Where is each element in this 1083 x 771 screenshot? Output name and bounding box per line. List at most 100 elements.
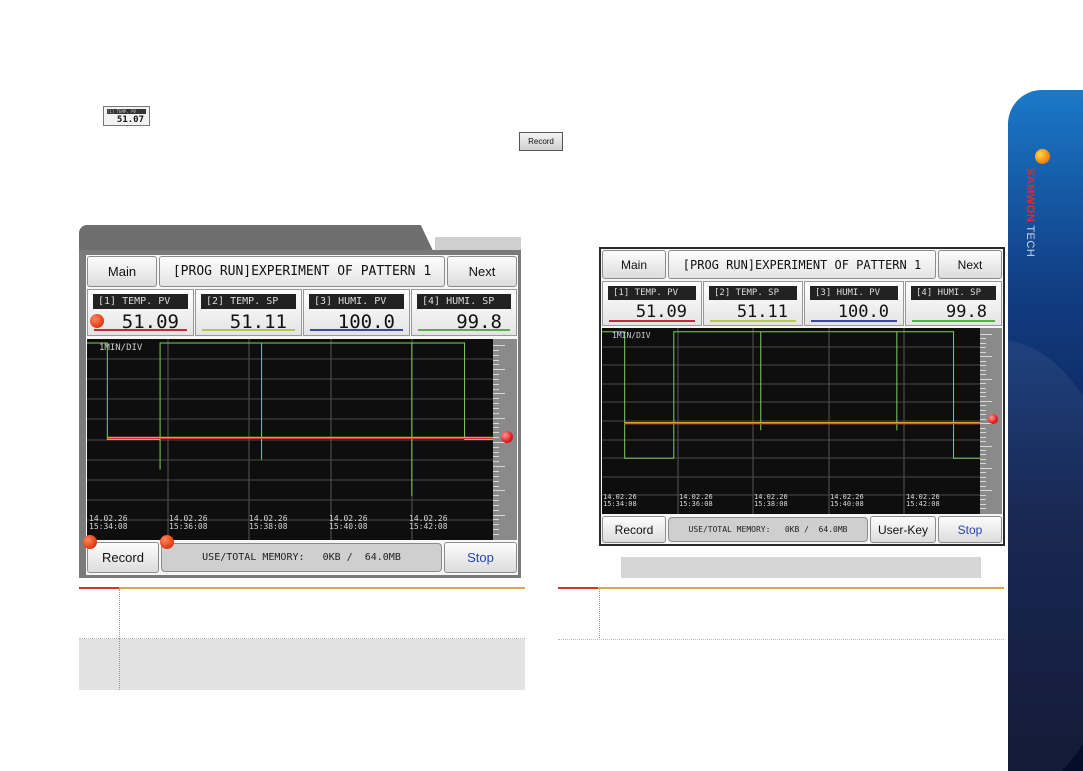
scale-tick xyxy=(980,365,986,366)
scale-tick xyxy=(493,529,499,530)
brand-sidebar xyxy=(1008,90,1083,771)
mini-pv-label: [1] TEMP. PV xyxy=(107,109,146,114)
scale-tick xyxy=(980,392,986,393)
channel-label: [3] HUMI. PV xyxy=(810,286,898,300)
scale-tick xyxy=(493,461,499,462)
scale-tick xyxy=(493,500,499,501)
channel-4-humi-sp[interactable]: [4] HUMI. SP 99.8 xyxy=(411,289,517,336)
channel-color-line xyxy=(310,329,403,331)
channel-1-temp-pv[interactable]: [1] TEMP. PV 51.09 xyxy=(87,289,194,336)
timestamp: 14.02.26 15:42:08 xyxy=(906,493,940,509)
scale-tick xyxy=(493,486,499,487)
table-right-column-divider xyxy=(599,589,600,638)
main-button[interactable]: Main xyxy=(87,256,157,287)
scale-tick xyxy=(980,347,986,348)
scale-tick xyxy=(980,428,986,429)
timestamp-time: 15:38:08 xyxy=(249,522,288,532)
channel-1-temp-pv[interactable]: [1] TEMP. PV 51.09 xyxy=(602,281,702,326)
scale-tick xyxy=(980,356,992,357)
scale-tick xyxy=(980,481,986,482)
scale-tick xyxy=(493,389,499,390)
timestamp-time: 15:42:08 xyxy=(409,522,448,532)
scale-tick xyxy=(980,486,986,487)
current-value-marker-icon xyxy=(501,431,513,443)
channel-label: [4] HUMI. SP xyxy=(911,286,996,300)
scale-tick xyxy=(493,403,499,404)
scale-tick xyxy=(980,490,992,491)
scale-tick xyxy=(493,379,499,380)
scale-tick xyxy=(493,524,499,525)
scale-tick xyxy=(493,519,499,520)
scale-tick xyxy=(980,419,986,420)
scale-tick xyxy=(493,432,499,433)
main-button[interactable]: Main xyxy=(602,250,666,279)
user-key-button[interactable]: User-Key xyxy=(870,516,936,543)
timestamp: 14.02.26 15:36:08 xyxy=(169,514,208,532)
touch-screen-right: Main [PROG RUN]EXPERIMENT OF PATTERN 1 N… xyxy=(601,249,1003,544)
scale-tick xyxy=(980,388,986,389)
channel-2-temp-sp[interactable]: [2] TEMP. SP 51.11 xyxy=(195,289,302,336)
timestamp: 14.02.26 15:34:08 xyxy=(603,493,637,509)
scale-tick xyxy=(493,350,499,351)
scale-tick xyxy=(493,505,499,506)
scale-tick xyxy=(493,374,499,375)
channel-color-line xyxy=(609,320,695,322)
channel-label: [2] TEMP. SP xyxy=(709,286,797,300)
next-button[interactable]: Next xyxy=(447,256,517,287)
timestamp-time: 15:34:08 xyxy=(603,500,637,509)
channel-label: [4] HUMI. SP xyxy=(417,294,511,309)
scale-tick xyxy=(980,410,986,411)
mini-record-button[interactable]: Record xyxy=(519,132,563,151)
scale-tick xyxy=(493,534,499,535)
channel-4-humi-sp[interactable]: [4] HUMI. SP 99.8 xyxy=(905,281,1002,326)
scale-tick xyxy=(980,468,992,469)
record-button[interactable]: Record xyxy=(87,542,159,573)
scale-tick xyxy=(980,370,986,371)
scale-tick xyxy=(980,396,986,397)
brand-logo-text: SAMWON TECH xyxy=(1024,168,1036,257)
scale-tick xyxy=(980,334,992,335)
scale-tick xyxy=(980,459,986,460)
scale-tick xyxy=(493,408,499,409)
timestamp: 14.02.26 15:40:08 xyxy=(830,493,864,509)
humidity-trace xyxy=(602,331,980,459)
scale-tick xyxy=(980,441,986,442)
record-button[interactable]: Record xyxy=(602,516,666,543)
scale-tick xyxy=(980,401,992,402)
scale-tick xyxy=(493,427,499,428)
scale-tick xyxy=(980,495,986,496)
scale-tick xyxy=(980,446,992,447)
next-button[interactable]: Next xyxy=(938,250,1002,279)
callout-marker-icon xyxy=(160,535,174,549)
stop-button[interactable]: Stop xyxy=(444,542,517,573)
scale-tick xyxy=(980,374,986,375)
div-label: 1MIN/DIV xyxy=(612,331,651,340)
table-left-top-rule xyxy=(79,587,525,589)
scale-tick xyxy=(493,437,499,438)
scale-tick xyxy=(980,361,986,362)
touch-screen-left: Main [PROG RUN]EXPERIMENT OF PATTERN 1 N… xyxy=(86,255,518,575)
trend-graph[interactable]: 1MIN/DIV 14.02.26 15:34:08 14.02.26 15:36:… xyxy=(87,339,493,540)
scale-tick xyxy=(493,466,505,467)
channel-3-humi-pv[interactable]: [3] HUMI. PV 100.0 xyxy=(303,289,410,336)
channel-color-line xyxy=(912,320,995,322)
scale-tick xyxy=(493,360,499,361)
scale-tick xyxy=(493,418,505,419)
scale-tick xyxy=(980,383,986,384)
channel-3-humi-pv[interactable]: [3] HUMI. PV 100.0 xyxy=(804,281,904,326)
scale-tick xyxy=(493,447,499,448)
stop-button[interactable]: Stop xyxy=(938,516,1002,543)
channel-2-temp-sp[interactable]: [2] TEMP. SP 51.11 xyxy=(703,281,803,326)
timestamp: 14.02.26 15:38:08 xyxy=(754,493,788,509)
timestamp-time: 15:38:08 xyxy=(754,500,788,509)
scale-tick xyxy=(980,352,986,353)
timestamp: 14.02.26 15:38:08 xyxy=(249,514,288,532)
trend-graph-svg xyxy=(602,328,980,514)
timestamp: 14.02.26 15:36:08 xyxy=(679,493,713,509)
trend-graph[interactable]: 1MIN/DIV 14.02.26 15:34:08 14.02.26 15:36:… xyxy=(602,328,980,514)
timestamp-time: 15:34:08 xyxy=(89,522,128,532)
program-title: [PROG RUN]EXPERIMENT OF PATTERN 1 xyxy=(668,250,936,279)
scale-tick xyxy=(493,364,499,365)
scale-tick xyxy=(493,345,505,346)
scale-tick xyxy=(493,495,499,496)
